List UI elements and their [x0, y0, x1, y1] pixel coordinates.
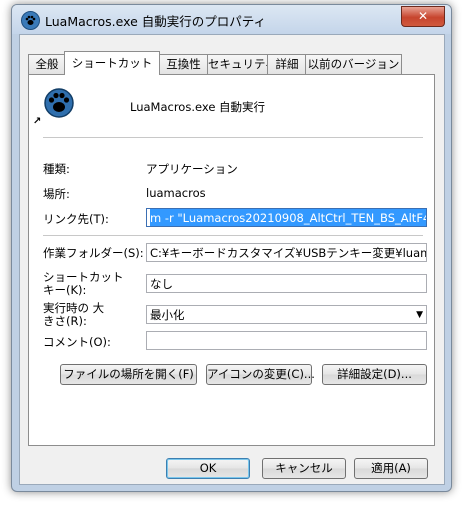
title-bar[interactable]: LuaMacros.exe 自動実行のプロパティ ✕ — [12, 5, 451, 34]
ok-button[interactable]: OK — [166, 458, 250, 479]
hotkey-label: ショートカット キー(K): — [43, 270, 124, 297]
workdir-value: C:¥キーボードカスタマイズ¥USBテンキー変更¥luamacros — [150, 246, 426, 260]
separator — [43, 137, 423, 138]
run-size-label: 実行時の 大きさ(R): — [43, 301, 105, 328]
tab-general[interactable]: 全般 — [28, 54, 66, 74]
paw-icon — [43, 88, 75, 120]
tab-previous-versions[interactable]: 以前のバージョン — [305, 54, 402, 74]
dialog-client: 全般 ショートカット 互換性 セキュリティ 詳細 以前のバージョン ↗ LuaM… — [19, 34, 445, 485]
run-size-value: 最小化 — [150, 308, 185, 322]
close-button[interactable]: ✕ — [401, 6, 445, 27]
close-icon: ✕ — [417, 9, 429, 23]
run-size-select[interactable]: 最小化 ▼ — [146, 305, 427, 324]
tab-security[interactable]: セキュリティ — [207, 54, 276, 74]
workdir-label: 作業フォルダー(S): — [43, 246, 144, 260]
hotkey-input[interactable]: なし — [146, 274, 427, 293]
tab-shortcut[interactable]: ショートカット — [64, 51, 160, 75]
target-input[interactable]: m -r "Luamacros20210908_AltCtrl_TEN_BS_A… — [146, 208, 427, 227]
location-value: luamacros — [146, 186, 206, 200]
apply-button[interactable]: 適用(A) — [354, 458, 428, 479]
tab-compatibility[interactable]: 互換性 — [158, 54, 209, 74]
window-title: LuaMacros.exe 自動実行のプロパティ — [45, 14, 267, 29]
type-label: 種類: — [43, 162, 70, 176]
properties-window: LuaMacros.exe 自動実行のプロパティ ✕ 全般 ショートカット 互換… — [11, 4, 452, 492]
type-value: アプリケーション — [146, 162, 238, 176]
chevron-down-icon: ▼ — [416, 310, 423, 320]
shortcut-name: LuaMacros.exe 自動実行 — [130, 100, 266, 114]
comment-input[interactable] — [146, 331, 427, 350]
location-label: 場所: — [43, 187, 70, 201]
shortcut-arrow-icon: ↗ — [33, 116, 42, 127]
paw-icon — [21, 11, 40, 30]
advanced-button[interactable]: 詳細設定(D)... — [322, 364, 427, 385]
separator — [43, 235, 423, 236]
workdir-input[interactable]: C:¥キーボードカスタマイズ¥USBテンキー変更¥luamacros — [146, 243, 427, 262]
tab-details[interactable]: 詳細 — [267, 54, 307, 74]
hotkey-value: なし — [150, 277, 173, 291]
comment-label: コメント(O): — [43, 335, 111, 349]
open-location-button[interactable]: ファイルの場所を開く(F) — [60, 364, 197, 385]
target-value: m -r "Luamacros20210908_AltCtrl_TEN_BS_A… — [150, 209, 426, 226]
target-label: リンク先(T): — [43, 212, 109, 226]
cancel-button[interactable]: キャンセル — [262, 458, 346, 479]
shortcut-panel: ↗ LuaMacros.exe 自動実行 種類: アプリケーション 場所: lu… — [28, 74, 435, 446]
change-icon-button[interactable]: アイコンの変更(C)... — [206, 364, 315, 385]
